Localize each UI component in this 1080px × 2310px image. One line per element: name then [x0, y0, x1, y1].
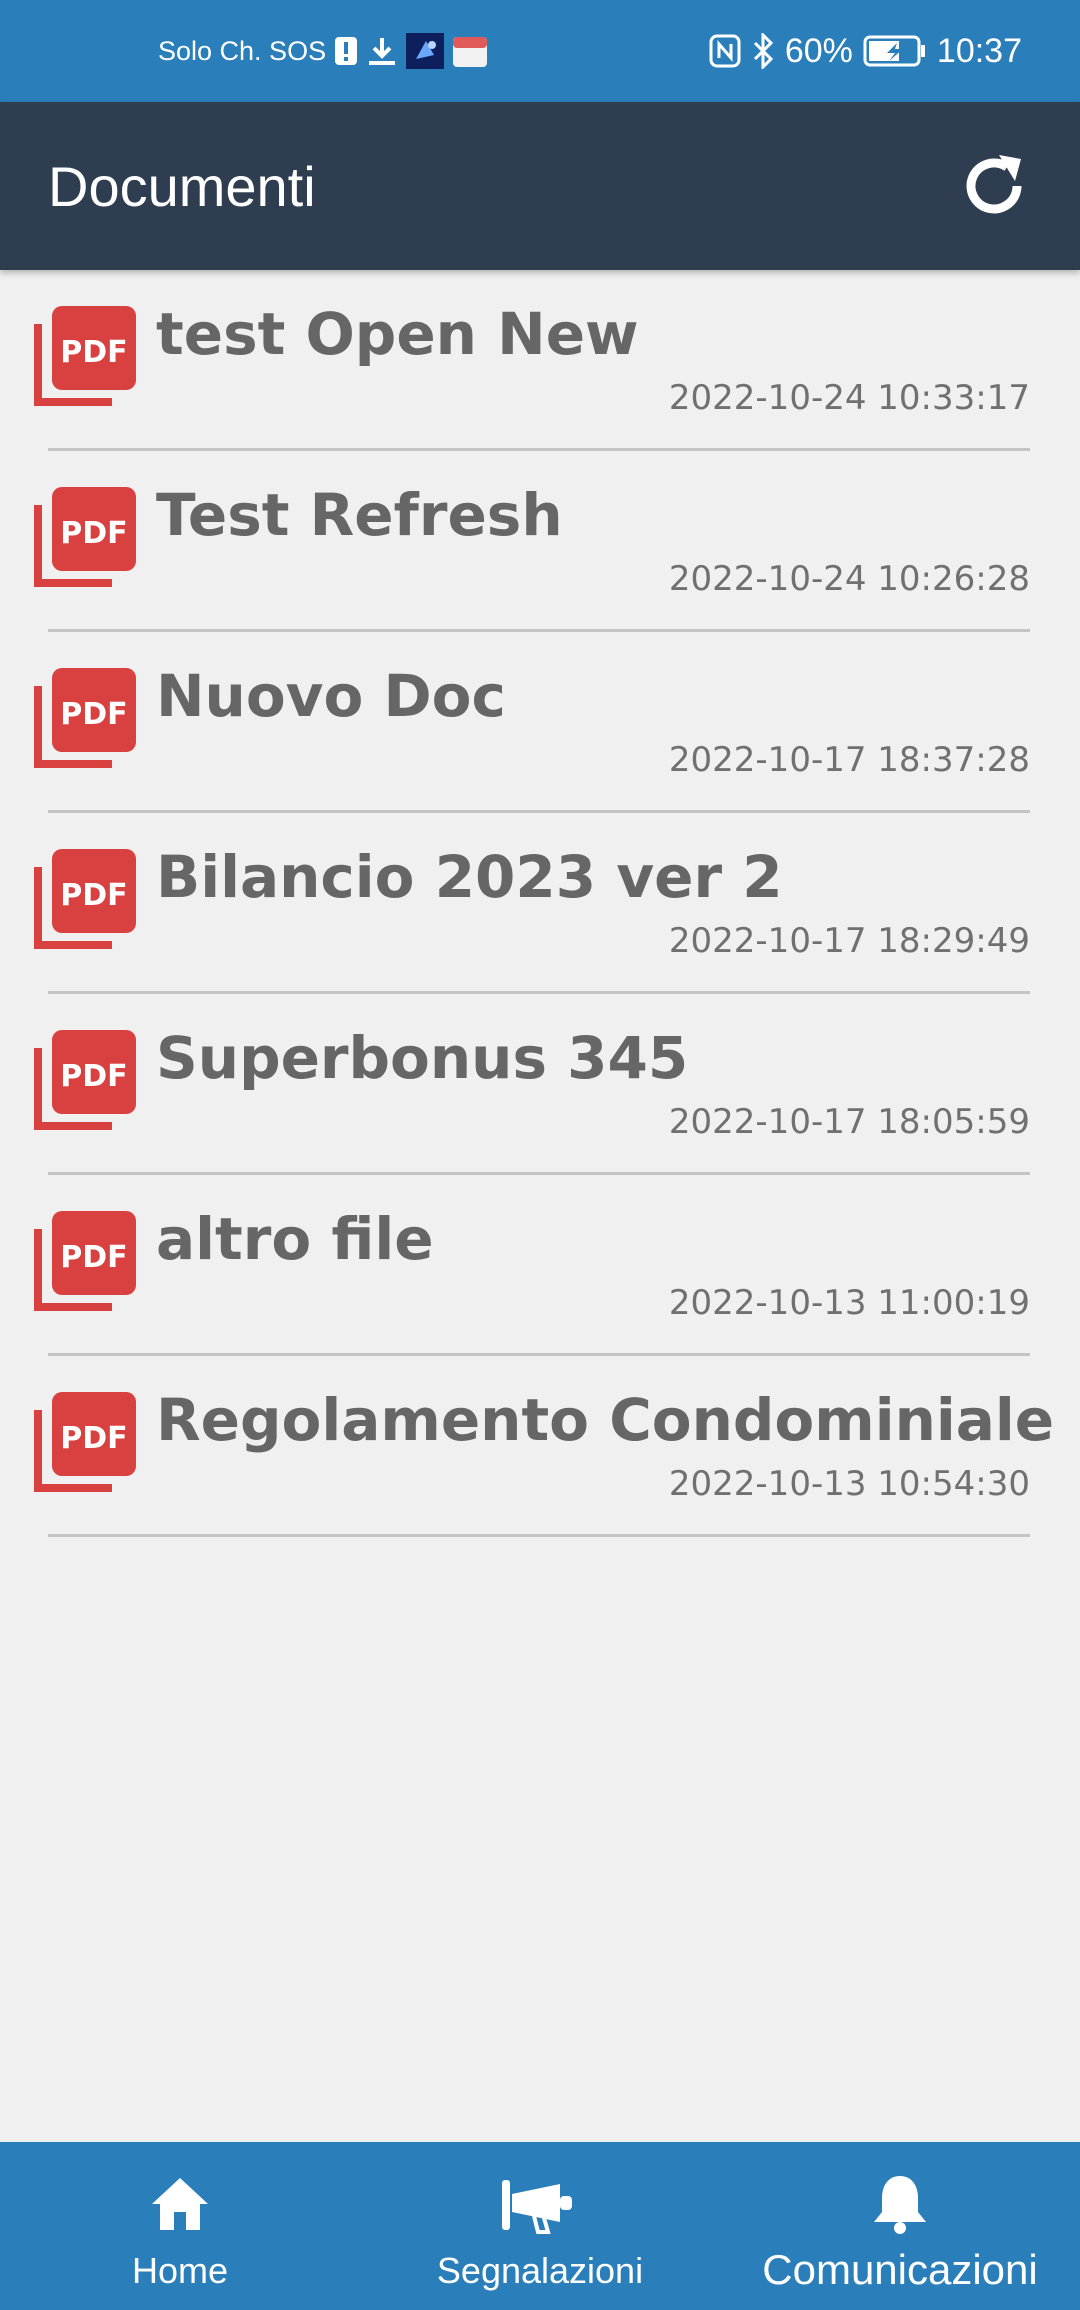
battery-percent: 60%: [784, 31, 853, 70]
document-row[interactable]: PDF Test Refresh 2022-10-24 10:26:28: [0, 451, 1080, 632]
bluetooth-icon: [751, 33, 775, 69]
pdf-icon-label: PDF: [60, 878, 127, 913]
document-title: Bilancio 2023 ver 2: [156, 843, 783, 911]
document-title: Regolamento Condominiale: [156, 1386, 1055, 1454]
document-title: Nuovo Doc: [156, 662, 506, 730]
document-list: PDF test Open New 2022-10-24 10:33:17 PDF Te…: [0, 270, 1080, 1537]
divider: [48, 1534, 1030, 1537]
carrier-text: Solo Ch. SOS: [158, 35, 327, 66]
page-title: Documenti: [48, 154, 316, 218]
clock-time: 10:37: [936, 31, 1022, 70]
document-title: Superbonus 345: [156, 1024, 689, 1092]
status-left: Solo Ch. SOS: [158, 0, 488, 102]
document-row[interactable]: PDF altro file 2022-10-13 11:00:19: [0, 1175, 1080, 1356]
download-icon: [366, 35, 398, 67]
document-date: 2022-10-17 18:05:59: [668, 1102, 1030, 1142]
document-row[interactable]: PDF Superbonus 345 2022-10-17 18:05:59: [0, 994, 1080, 1175]
document-title: altro file: [156, 1205, 434, 1273]
nav-comunicazioni-label: Comunicazioni: [762, 2246, 1038, 2293]
document-title: Test Refresh: [156, 481, 563, 549]
status-bar: Solo Ch. SOS 60% 10:37: [0, 0, 1080, 102]
pdf-file-icon: PDF: [34, 1211, 136, 1311]
pdf-file-icon: PDF: [34, 849, 136, 949]
nav-home-label: Home: [131, 2250, 229, 2291]
pdf-icon-label: PDF: [60, 1059, 127, 1094]
pdf-icon-label: PDF: [60, 516, 127, 551]
refresh-icon: [966, 155, 1022, 214]
megaphone-icon: [502, 2180, 572, 2234]
pdf-icon-label: PDF: [60, 697, 127, 732]
alert-icon: [334, 36, 358, 66]
nfc-icon: [709, 34, 741, 68]
bell-icon: [874, 2176, 926, 2234]
document-row[interactable]: PDF Bilancio 2023 ver 2 2022-10-17 18:29:4…: [0, 813, 1080, 994]
document-date: 2022-10-24 10:33:17: [668, 378, 1030, 418]
pdf-icon-label: PDF: [60, 1240, 127, 1275]
pdf-icon-label: PDF: [60, 1421, 127, 1456]
app-bar: Documenti: [0, 102, 1080, 270]
document-date: 2022-10-24 10:26:28: [668, 559, 1030, 599]
document-date: 2022-10-17 18:37:28: [668, 740, 1030, 780]
status-right: 60% 10:37: [709, 0, 1022, 102]
app-notification-icon: [406, 33, 445, 69]
pdf-file-icon: PDF: [34, 1030, 136, 1130]
document-date: 2022-10-17 18:29:49: [668, 921, 1030, 961]
calendar-notification-icon: [452, 34, 488, 68]
pdf-icon-label: PDF: [60, 335, 127, 370]
nav-segnalazioni-label: Segnalazioni: [436, 2250, 644, 2291]
nav-segnalazioni[interactable]: Segnalazioni: [360, 2142, 720, 2310]
pdf-file-icon: PDF: [34, 1392, 136, 1492]
document-date: 2022-10-13 11:00:19: [668, 1283, 1030, 1323]
bottom-nav: Home Segnalazioni Comunicazioni: [0, 2142, 1080, 2310]
nav-home[interactable]: Home: [0, 2142, 360, 2310]
pdf-file-icon: PDF: [34, 487, 136, 587]
pdf-file-icon: PDF: [34, 306, 136, 406]
battery-charging-icon: [863, 35, 927, 67]
document-row[interactable]: PDF Nuovo Doc 2022-10-17 18:37:28: [0, 632, 1080, 813]
refresh-button[interactable]: [956, 148, 1032, 224]
document-row[interactable]: PDF test Open New 2022-10-24 10:33:17: [0, 270, 1080, 451]
nav-comunicazioni[interactable]: Comunicazioni: [720, 2142, 1080, 2310]
document-date: 2022-10-13 10:54:30: [668, 1464, 1030, 1504]
document-row[interactable]: PDF Regolamento Condominiale 2022-10-13 10…: [0, 1356, 1080, 1537]
document-title: test Open New: [156, 300, 639, 368]
pdf-file-icon: PDF: [34, 668, 136, 768]
home-icon: [152, 2178, 208, 2230]
